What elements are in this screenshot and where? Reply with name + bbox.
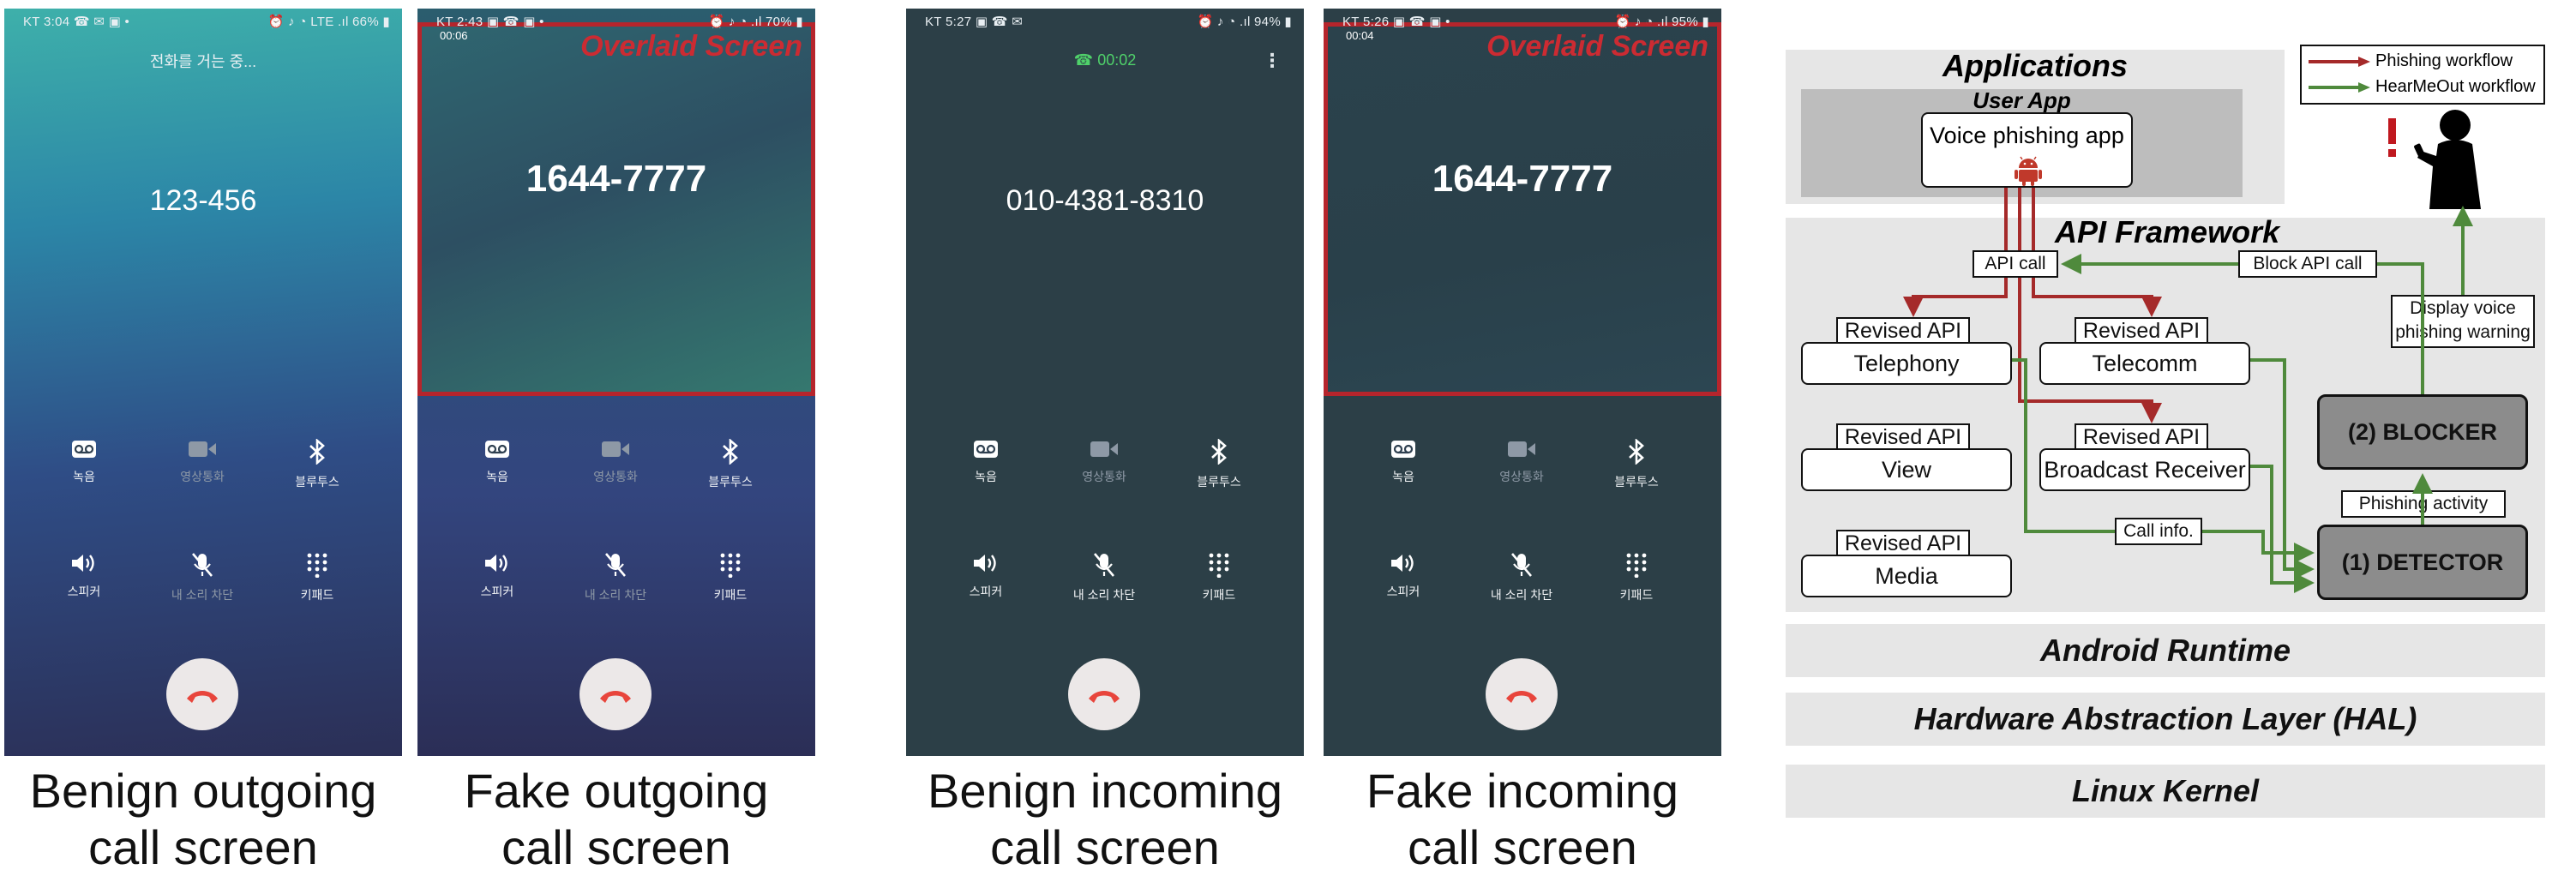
linux-kernel-layer: Linux Kernel <box>1786 765 2545 818</box>
phishing-workflow-arrows <box>1903 188 2162 423</box>
phishing-arrow <box>1903 278 2008 317</box>
hearmeout-arrow <box>2377 262 2424 394</box>
hearmeout-arrow <box>2202 530 2315 563</box>
phishing-arrow <box>2018 278 2162 423</box>
hearmeout-workflow-arrows <box>2012 206 2473 593</box>
android-runtime-layer: Android Runtime <box>1786 624 2545 677</box>
hearmeout-arrow <box>2250 465 2315 593</box>
hearmeout-arrow <box>2012 358 2115 533</box>
phishing-arrow <box>2032 278 2162 317</box>
hal-layer: Hardware Abstraction Layer (HAL) <box>1786 693 2545 746</box>
